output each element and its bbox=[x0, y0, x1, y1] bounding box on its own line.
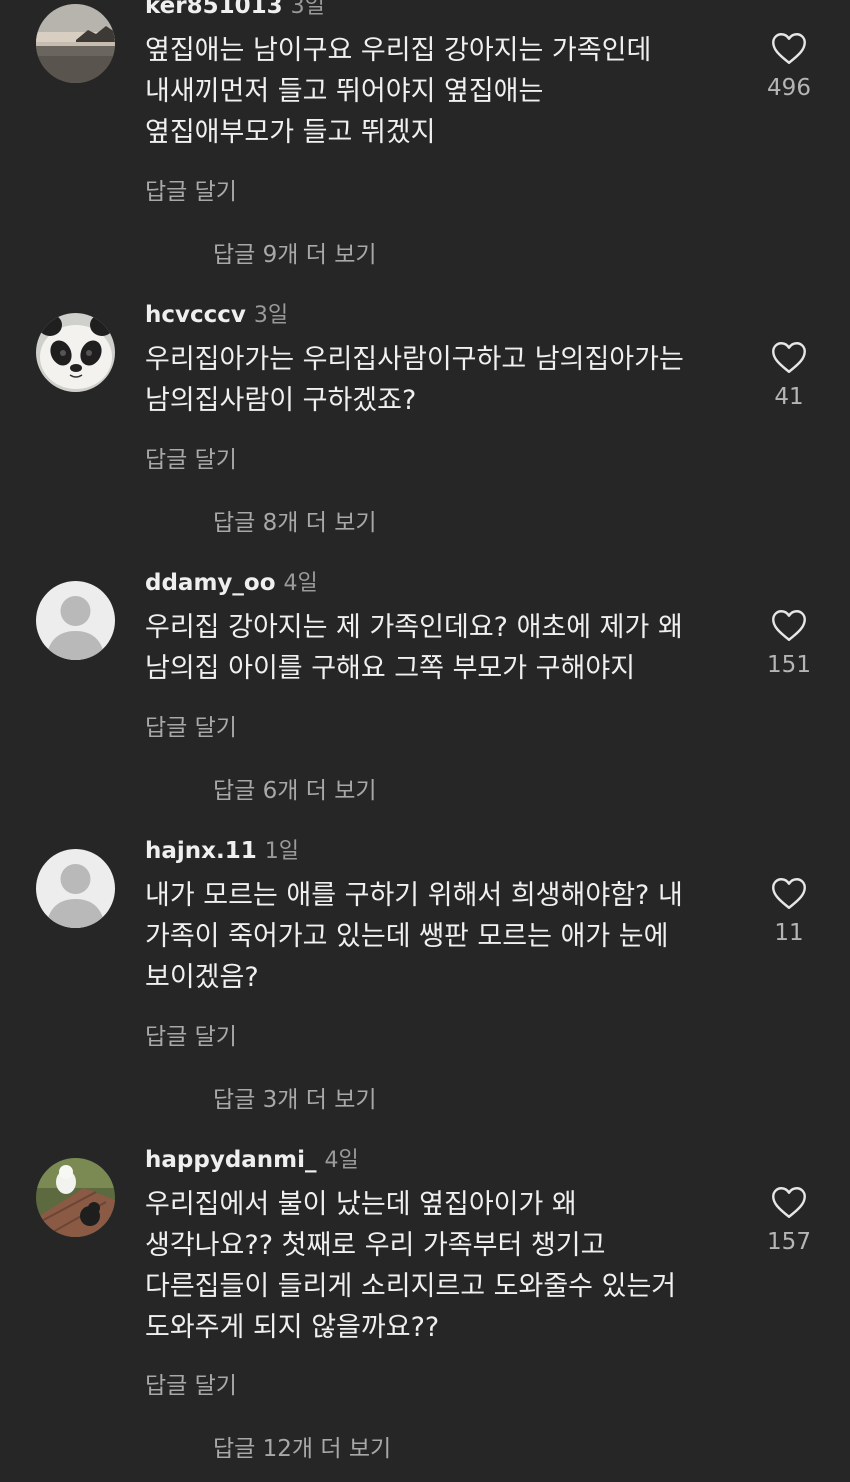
comment-line: 옆집애는 남이구요 우리집 강아지는 가족인데 bbox=[145, 35, 652, 66]
like-button[interactable]: 157 bbox=[760, 1186, 818, 1255]
comment-line: 다른집들이 들리게 소리지르고 도와줄수 있는거 bbox=[145, 1271, 677, 1302]
username[interactable]: happydanmi_ bbox=[145, 1147, 317, 1173]
comment-time: 3일 bbox=[253, 303, 289, 328]
username[interactable]: ddamy_oo bbox=[145, 570, 276, 596]
like-count: 496 bbox=[767, 75, 811, 101]
comment-text: 우리집 강아지는 제 가족인데요? 애초에 제가 왜 남의집 아이를 구해요 그… bbox=[145, 607, 735, 689]
username[interactable]: hcvcccv bbox=[145, 302, 246, 328]
heart-outline-icon bbox=[772, 878, 806, 909]
avatar[interactable] bbox=[36, 4, 115, 83]
heart-outline-icon bbox=[772, 610, 806, 641]
comment-time: 3일 bbox=[290, 0, 325, 19]
username[interactable]: hajnx.11 bbox=[145, 838, 257, 864]
like-count: 151 bbox=[767, 652, 811, 678]
reply-button[interactable]: 답글 달기 bbox=[145, 712, 237, 744]
avatar[interactable] bbox=[36, 1158, 115, 1237]
avatar[interactable] bbox=[36, 313, 115, 392]
reply-button[interactable]: 답글 달기 bbox=[145, 176, 237, 208]
comment-text: 우리집아가는 우리집사람이구하고 남의집아가는 남의집사람이 구하겠죠? bbox=[145, 339, 735, 421]
reply-button[interactable]: 답글 달기 bbox=[145, 1021, 237, 1053]
comment-line: 남의집사람이 구하겠죠? bbox=[145, 385, 417, 416]
heart-outline-icon bbox=[772, 33, 806, 64]
view-more-replies-button[interactable]: 답글 3개 더 보기 bbox=[213, 1084, 377, 1116]
view-more-replies-button[interactable]: 답글 12개 더 보기 bbox=[213, 1433, 391, 1465]
comment-line: 내새끼먼저 들고 뛰어야지 옆집애는 bbox=[145, 76, 544, 107]
comment-header: happydanmi_ 4일 bbox=[145, 1144, 359, 1176]
like-button[interactable]: 11 bbox=[760, 877, 818, 946]
reply-button[interactable]: 답글 달기 bbox=[145, 1370, 237, 1402]
comment-time: 4일 bbox=[324, 1148, 359, 1173]
view-more-replies-button[interactable]: 답글 6개 더 보기 bbox=[213, 775, 377, 807]
view-more-replies-button[interactable]: 답글 8개 더 보기 bbox=[213, 507, 377, 539]
comment-header: ddamy_oo 4일 bbox=[145, 567, 318, 599]
comment-header: hcvcccv 3일 bbox=[145, 299, 288, 331]
like-count: 11 bbox=[774, 920, 804, 946]
comment-time: 1일 bbox=[264, 839, 299, 864]
like-button[interactable]: 41 bbox=[760, 341, 818, 410]
comment-line: 보이겠음? bbox=[145, 962, 259, 993]
reply-button[interactable]: 답글 달기 bbox=[145, 444, 237, 476]
comment-header: hajnx.11 1일 bbox=[145, 835, 299, 867]
comment-line: 생각나요?? 첫째로 우리 가족부터 챙기고 bbox=[145, 1230, 606, 1261]
view-more-replies-button[interactable]: 답글 9개 더 보기 bbox=[213, 239, 377, 271]
heart-outline-icon bbox=[772, 342, 806, 373]
comment-line: 남의집 아이를 구해요 그쪽 부모가 구해야지 bbox=[145, 653, 636, 684]
username[interactable]: ker851013 bbox=[145, 0, 283, 19]
comment-line: 가족이 죽어가고 있는데 쌩판 모르는 애가 눈에 bbox=[145, 921, 669, 952]
comment-header: ker851013 3일 bbox=[145, 0, 325, 22]
comment-line: 우리집아가는 우리집사람이구하고 남의집아가는 bbox=[145, 344, 684, 375]
comment-text: 우리집에서 불이 났는데 옆집아이가 왜 생각나요?? 첫째로 우리 가족부터 … bbox=[145, 1184, 735, 1348]
comment-text: 내가 모르는 애를 구하기 위해서 희생해야함? 내 가족이 죽어가고 있는데 … bbox=[145, 875, 735, 998]
avatar[interactable] bbox=[36, 849, 115, 928]
avatar[interactable] bbox=[36, 581, 115, 660]
comment-time: 4일 bbox=[283, 571, 318, 596]
like-button[interactable]: 496 bbox=[760, 32, 818, 101]
comment-line: 옆집애부모가 들고 뛰겠지 bbox=[145, 117, 436, 148]
like-count: 157 bbox=[767, 1229, 811, 1255]
heart-outline-icon bbox=[772, 1187, 806, 1218]
comment-line: 우리집 강아지는 제 가족인데요? 애초에 제가 왜 bbox=[145, 612, 683, 643]
comment-text: 옆집애는 남이구요 우리집 강아지는 가족인데 내새끼먼저 들고 뛰어야지 옆집… bbox=[145, 30, 735, 153]
comment-line: 내가 모르는 애를 구하기 위해서 희생해야함? 내 bbox=[145, 880, 683, 911]
comment-line: 도와주게 되지 않을까요?? bbox=[145, 1312, 440, 1343]
comment-line: 우리집에서 불이 났는데 옆집아이가 왜 bbox=[145, 1189, 577, 1220]
like-button[interactable]: 151 bbox=[760, 609, 818, 678]
like-count: 41 bbox=[774, 384, 804, 410]
